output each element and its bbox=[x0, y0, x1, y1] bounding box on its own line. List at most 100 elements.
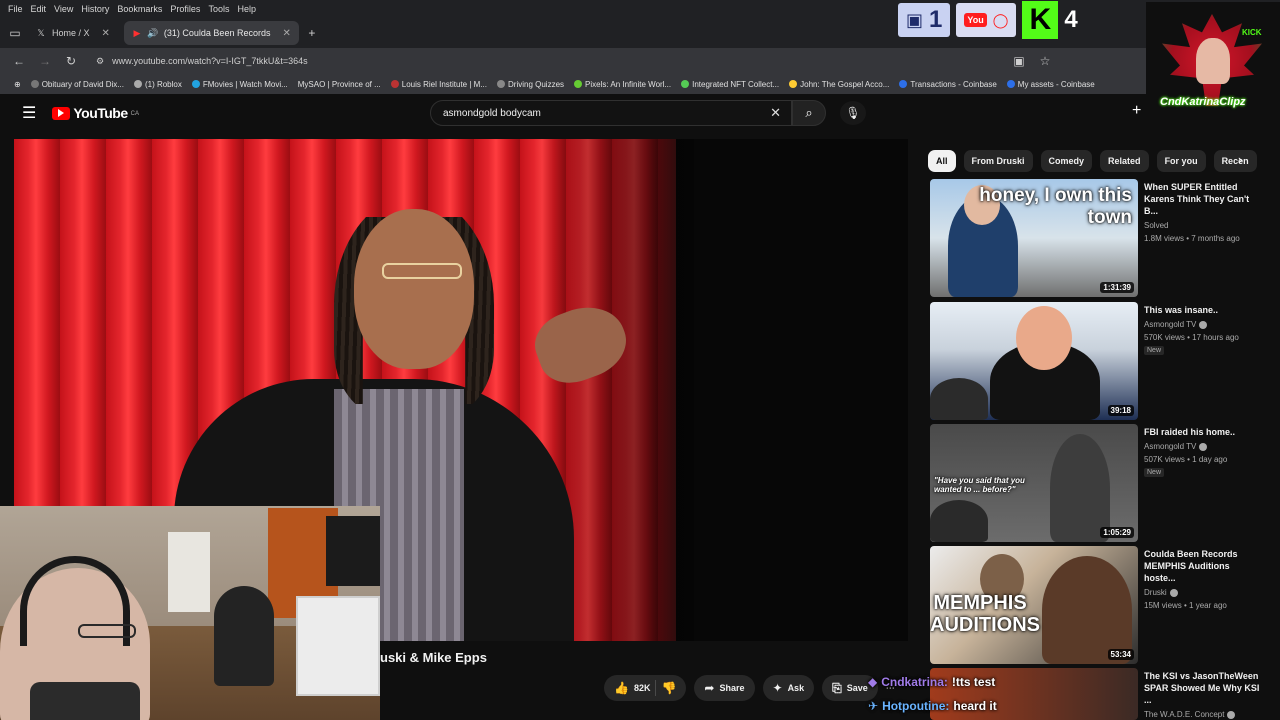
like-count[interactable]: 82K bbox=[634, 683, 651, 693]
bookmark-item[interactable]: (1) Roblox bbox=[133, 80, 182, 89]
menu-edit[interactable]: Edit bbox=[31, 4, 47, 14]
stream-stats-overlay: ▣ 1 You ◯ K 4 bbox=[898, 1, 1078, 39]
new-tab-icon[interactable]: + bbox=[305, 26, 319, 40]
channel-name[interactable]: Asmongold TV bbox=[1144, 442, 1260, 451]
bookmark-item[interactable]: Obituary of David Dix... bbox=[30, 80, 124, 89]
youtube-logo[interactable]: YouTube CA bbox=[52, 105, 139, 121]
ask-button[interactable]: ✦ Ask bbox=[762, 675, 815, 701]
webcam-overlay bbox=[0, 506, 380, 720]
bookmark-item[interactable]: Integrated NFT Collect... bbox=[681, 80, 779, 89]
recommendation-title[interactable]: Coulda Been Records MEMPHIS Auditions ho… bbox=[1144, 548, 1260, 584]
youtube-favicon-icon: ▶ bbox=[133, 27, 141, 38]
recommendation-title[interactable]: This was insane.. bbox=[1144, 304, 1260, 316]
bookmarks-bar: ⊕ Obituary of David Dix... (1) Roblox FM… bbox=[0, 74, 1280, 94]
kick-logo-icon: K bbox=[1022, 1, 1059, 39]
channel-name[interactable]: Asmongold TV bbox=[1144, 320, 1260, 329]
chat-message: ✈ Hotpoutine: heard it bbox=[868, 694, 997, 718]
share-button[interactable]: ➦ Share bbox=[694, 675, 755, 701]
reload-icon[interactable]: ↻ bbox=[64, 54, 78, 68]
menu-tools[interactable]: Tools bbox=[208, 4, 229, 14]
cast-icon[interactable]: ▣ bbox=[1012, 54, 1026, 68]
menu-bookmarks[interactable]: Bookmarks bbox=[117, 4, 162, 14]
bookmark-item[interactable]: Louis Riel Institute | M... bbox=[390, 80, 487, 89]
back-icon[interactable]: ← bbox=[12, 54, 26, 68]
menu-profiles[interactable]: Profiles bbox=[170, 4, 200, 14]
search-query-text: asmondgold bodycam bbox=[443, 107, 541, 119]
tab-list-icon[interactable]: ▭ bbox=[8, 26, 22, 40]
search-input[interactable]: asmondgold bodycam ✕ bbox=[430, 100, 792, 126]
recommendation-item[interactable]: 39:18 This was insane.. Asmongold TV 570… bbox=[930, 302, 1260, 420]
recommendation-title[interactable]: FBI raided his home.. bbox=[1144, 426, 1260, 438]
video-thumbnail[interactable]: honey, I own this town 1:31:39 bbox=[930, 179, 1138, 297]
chat-badge-icon: ◆ bbox=[868, 675, 878, 689]
clear-search-icon[interactable]: ✕ bbox=[770, 105, 781, 121]
url-text: www.youtube.com/watch?v=I-IGT_7tkkU&t=36… bbox=[112, 56, 308, 66]
tab-close-icon[interactable]: ✕ bbox=[102, 28, 110, 39]
thumbnail-text: "Have you said that you wanted to ... be… bbox=[934, 476, 1025, 494]
x-logo-icon: 𝕏 bbox=[37, 27, 45, 38]
address-bar: ← → ↻ ⚙ www.youtube.com/watch?v=I-IGT_7t… bbox=[0, 48, 1280, 74]
view-stats: 507K views • 1 day ago bbox=[1144, 455, 1228, 464]
bookmark-item[interactable]: Pixels: An Infinite Worl... bbox=[574, 80, 671, 89]
create-plus-icon[interactable]: + bbox=[1132, 102, 1141, 120]
channel-name[interactable]: Solved bbox=[1144, 221, 1260, 230]
audio-playing-icon[interactable]: 🔊 bbox=[147, 28, 158, 38]
new-badge: New bbox=[1144, 468, 1165, 477]
recommendation-item[interactable]: MEMPHIS AUDITIONS 53:34 Coulda Been Reco… bbox=[930, 546, 1260, 664]
menu-help[interactable]: Help bbox=[237, 4, 256, 14]
tab-close-icon[interactable]: ✕ bbox=[282, 28, 290, 39]
recommendation-item[interactable]: "Have you said that you wanted to ... be… bbox=[930, 424, 1260, 542]
voice-search-button[interactable]: 🎙 bbox=[840, 101, 866, 125]
bookmark-item[interactable]: My assets - Coinbase bbox=[1006, 80, 1095, 89]
twitch-viewer-badge: ▣ 1 bbox=[898, 3, 951, 37]
bookmark-item[interactable]: Driving Quizzes bbox=[497, 80, 564, 89]
zero-circle-icon: ◯ bbox=[992, 11, 1009, 28]
tab-youtube[interactable]: ▶ 🔊 (31) Coulda Been Records ✕ bbox=[123, 21, 299, 45]
view-stats: 570K views • 17 hours ago bbox=[1144, 333, 1239, 342]
chip-all[interactable]: All bbox=[928, 150, 956, 172]
site-settings-icon[interactable]: ⚙ bbox=[96, 56, 104, 67]
all-bookmarks-globe-icon[interactable]: ⊕ bbox=[14, 80, 21, 89]
video-duration: 53:34 bbox=[1107, 649, 1134, 660]
menu-history[interactable]: History bbox=[81, 4, 109, 14]
forward-icon[interactable]: → bbox=[38, 54, 52, 68]
youtube-icon: You bbox=[964, 13, 987, 27]
chip-comedy[interactable]: Comedy bbox=[1040, 150, 1093, 172]
twitch-icon: ▣ bbox=[906, 9, 924, 30]
dislike-icon[interactable]: 👎 bbox=[661, 681, 676, 695]
like-icon[interactable]: 👍 bbox=[614, 681, 629, 695]
bookmark-icon: ⎘ bbox=[832, 680, 842, 695]
chat-badge-icon: ✈ bbox=[868, 699, 879, 713]
recommendation-item[interactable]: honey, I own this town 1:31:39 When SUPE… bbox=[930, 179, 1260, 297]
new-badge: New bbox=[1144, 346, 1165, 355]
bookmark-item[interactable]: Transactions - Coinbase bbox=[899, 80, 997, 89]
bookmark-star-icon[interactable]: ☆ bbox=[1038, 54, 1052, 68]
menu-file[interactable]: File bbox=[8, 4, 23, 14]
like-dislike-group: 👍 82K 👎 bbox=[604, 675, 687, 701]
recommendation-title[interactable]: The KSI vs JasonTheWeen SPAR Showed Me W… bbox=[1144, 670, 1260, 706]
bookmark-item[interactable]: MySAO | Province of ... bbox=[298, 80, 381, 89]
channel-name[interactable]: The W.A.D.E. Concept bbox=[1144, 710, 1260, 719]
tab-x-home[interactable]: 𝕏 Home / X ✕ bbox=[28, 21, 118, 45]
search-button[interactable]: ⌕ bbox=[792, 100, 826, 126]
video-thumbnail[interactable]: "Have you said that you wanted to ... be… bbox=[930, 424, 1138, 542]
recommendation-title[interactable]: When SUPER Entitled Karens Think They Ca… bbox=[1144, 181, 1260, 217]
video-thumbnail[interactable]: 39:18 bbox=[930, 302, 1138, 420]
chip-from-druski[interactable]: From Druski bbox=[963, 150, 1033, 172]
search-icon: ⌕ bbox=[805, 105, 813, 120]
bookmark-item[interactable]: John: The Gospel Acco... bbox=[789, 80, 889, 89]
chip-recent[interactable]: Recen bbox=[1213, 150, 1257, 172]
chip-related[interactable]: Related bbox=[1100, 150, 1149, 172]
bookmark-item[interactable]: FMovies | Watch Movi... bbox=[191, 80, 288, 89]
video-thumbnail[interactable]: MEMPHIS AUDITIONS 53:34 bbox=[930, 546, 1138, 664]
share-icon: ➦ bbox=[704, 681, 715, 695]
menu-view[interactable]: View bbox=[54, 4, 73, 14]
chevron-right-icon[interactable]: › bbox=[1238, 152, 1242, 167]
chip-for-you[interactable]: For you bbox=[1156, 150, 1206, 172]
tab-bar: ▭ 𝕏 Home / X ✕ ▶ 🔊 (31) Coulda Been Reco… bbox=[0, 18, 1280, 48]
menu-hamburger-icon[interactable]: ☰ bbox=[22, 103, 36, 123]
url-field[interactable]: ⚙ www.youtube.com/watch?v=I-IGT_7tkkU&t=… bbox=[90, 51, 1010, 71]
chat-text: heard it bbox=[953, 699, 997, 713]
channel-name[interactable]: Druski bbox=[1144, 588, 1260, 597]
video-duration: 39:18 bbox=[1107, 405, 1134, 416]
